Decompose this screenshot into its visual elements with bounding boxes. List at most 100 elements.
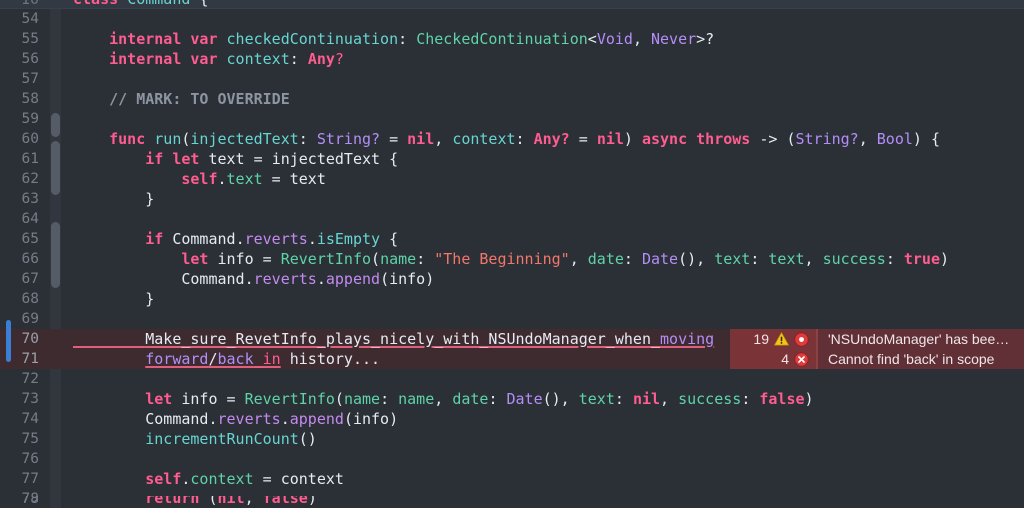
code-token: ,: [569, 250, 588, 268]
code-text[interactable]: let info = RevertInfo(name: name, date: …: [60, 389, 1024, 409]
code-text[interactable]: internal var context: Any?: [60, 49, 1024, 69]
code-text[interactable]: // MARK: TO OVERRIDE: [60, 89, 1024, 109]
inline-diagnostic[interactable]: 4 Cannot find 'back' in scope: [730, 349, 1024, 369]
code-line[interactable]: 74 Command.reverts.append(info): [0, 409, 1024, 429]
line-number[interactable]: 65: [0, 229, 48, 249]
line-number[interactable]: 64: [0, 209, 48, 229]
code-line[interactable]: 55 internal var checkedContinuation: Che…: [0, 29, 1024, 49]
code-line[interactable]: 76: [0, 449, 1024, 469]
code-line[interactable]: 73 let info = RevertInfo(name: name, dat…: [0, 389, 1024, 409]
line-number[interactable]: 58: [0, 89, 48, 109]
inline-diagnostic[interactable]: 19 'NSUndoManager' has bee…: [730, 329, 1024, 349]
diagnostic-message[interactable]: Cannot find 'back' in scope: [816, 349, 1024, 369]
code-text[interactable]: [60, 369, 1024, 389]
code-text[interactable]: self.text = text: [60, 169, 1024, 189]
code-text[interactable]: [60, 449, 1024, 469]
line-number[interactable]: 63: [0, 189, 48, 209]
line-number[interactable]: 79: [0, 496, 48, 508]
code-line[interactable]: 72: [0, 369, 1024, 389]
code-editor[interactable]: 54 55 internal var checkedContinuation: C…: [0, 0, 1024, 508]
sticky-scope-header[interactable]: 10 class Command {: [0, 0, 1024, 9]
line-number[interactable]: 76: [0, 449, 48, 469]
code-line[interactable]: 64: [0, 209, 1024, 229]
code-token: :: [380, 390, 399, 408]
code-token: _in: [253, 350, 281, 368]
code-line[interactable]: 59: [0, 109, 1024, 129]
line-number[interactable]: 57: [0, 69, 48, 89]
code-line[interactable]: 61 if let text = injectedText {: [0, 149, 1024, 169]
code-text[interactable]: Command.reverts.append(info): [60, 269, 1024, 289]
code-text[interactable]: incrementRunCount(): [60, 429, 1024, 449]
code-text[interactable]: [60, 209, 1024, 229]
code-token: injectedText: [271, 150, 381, 168]
code-token: Void: [596, 30, 633, 48]
line-number[interactable]: 77: [0, 469, 48, 489]
code-line[interactable]: 66 let info = RevertInfo(name: "The Begi…: [0, 249, 1024, 269]
code-text[interactable]: Command.reverts.append(info): [60, 409, 1024, 429]
code-line[interactable]: 75 incrementRunCount(): [0, 429, 1024, 449]
line-number[interactable]: 67: [0, 269, 48, 289]
line-gutter-space: [48, 309, 60, 329]
code-text[interactable]: [60, 69, 1024, 89]
code-line[interactable]: 68 }: [0, 289, 1024, 309]
warning-triangle-icon[interactable]: [774, 332, 789, 346]
line-number[interactable]: 55: [0, 29, 48, 49]
code-line[interactable]: 77 self.context = context: [0, 469, 1024, 489]
code-token: .: [280, 410, 290, 428]
code-text[interactable]: if Command.reverts.isEmpty {: [60, 229, 1024, 249]
line-number[interactable]: 72: [0, 369, 48, 389]
code-text[interactable]: }: [60, 289, 1024, 309]
error-circle-x-icon[interactable]: [794, 351, 809, 367]
code-line[interactable]: 79 return (nil, false): [0, 496, 1024, 508]
code-token: :: [488, 390, 507, 408]
line-number[interactable]: 74: [0, 409, 48, 429]
line-number[interactable]: 54: [0, 9, 48, 29]
code-token: ) {: [912, 130, 940, 148]
line-number[interactable]: 73: [0, 389, 48, 409]
code-line[interactable]: 69: [0, 309, 1024, 329]
code-text[interactable]: [60, 109, 1024, 129]
line-gutter-space: [48, 429, 60, 449]
code-text[interactable]: self.context = context: [60, 469, 1024, 489]
line-number[interactable]: 66: [0, 249, 48, 269]
line-number[interactable]: 61: [0, 149, 48, 169]
code-text[interactable]: return (nil, false): [60, 496, 1024, 508]
code-line[interactable]: 54: [0, 9, 1024, 29]
code-text[interactable]: }: [60, 189, 1024, 209]
code-line[interactable]: 60 func run(injectedText: String? = nil,…: [0, 129, 1024, 149]
code-token: success: [678, 390, 742, 408]
line-gutter-space: [48, 9, 60, 29]
warning-triangle-icon: [774, 332, 789, 346]
line-number[interactable]: 62: [0, 169, 48, 189]
line-number[interactable]: 59: [0, 109, 48, 129]
diagnostic-count-badge[interactable]: 19: [730, 329, 816, 349]
code-line[interactable]: 65 if Command.reverts.isEmpty {: [0, 229, 1024, 249]
code-line[interactable]: 56 internal var context: Any?: [0, 49, 1024, 69]
code-line[interactable]: 63 }: [0, 189, 1024, 209]
code-text[interactable]: func run(injectedText: String? = nil, co…: [60, 129, 1024, 149]
code-token: nil: [596, 130, 624, 148]
code-line[interactable]: 67 Command.reverts.append(info): [0, 269, 1024, 289]
code-line[interactable]: 57: [0, 69, 1024, 89]
code-text[interactable]: internal var checkedContinuation: Checke…: [60, 29, 1024, 49]
diagnostic-message[interactable]: 'NSUndoManager' has bee…: [816, 329, 1024, 349]
git-change-bar[interactable]: [6, 320, 11, 362]
code-text[interactable]: [60, 9, 1024, 29]
code-token: Never: [651, 30, 697, 48]
line-gutter-space: [48, 169, 60, 189]
code-token: Command: [172, 230, 236, 248]
line-number[interactable]: 56: [0, 49, 48, 69]
line-number[interactable]: 68: [0, 289, 48, 309]
code-token: "The Beginning": [434, 250, 570, 268]
code-line[interactable]: 62 self.text = text: [0, 169, 1024, 189]
code-text[interactable]: [60, 309, 1024, 329]
line-number[interactable]: 60: [0, 129, 48, 149]
line-number[interactable]: 75: [0, 429, 48, 449]
code-line[interactable]: 58 // MARK: TO OVERRIDE: [0, 89, 1024, 109]
code-text[interactable]: if let text = injectedText {: [60, 149, 1024, 169]
code-token: text: [289, 170, 326, 188]
error-stop-icon[interactable]: [794, 331, 809, 347]
code-text[interactable]: let info = RevertInfo(name: "The Beginni…: [60, 249, 1024, 269]
diagnostic-count-badge[interactable]: 4: [730, 349, 816, 369]
